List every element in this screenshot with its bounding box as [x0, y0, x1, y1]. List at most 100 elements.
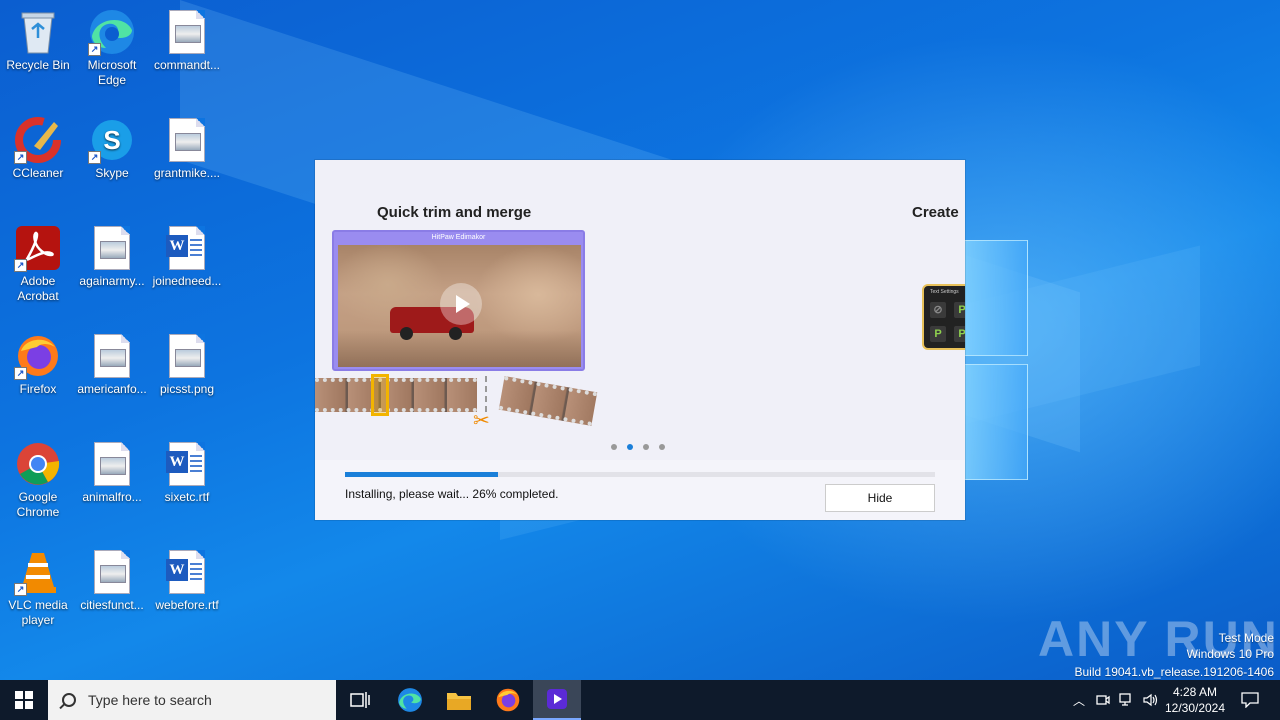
recycle-bin-icon — [14, 8, 62, 56]
camera-icon — [1096, 695, 1110, 705]
image-file-icon — [88, 332, 136, 380]
play-icon — [440, 283, 482, 325]
shortcut-arrow-icon: ↗ — [88, 43, 101, 56]
firefox-icon — [496, 688, 520, 712]
task-view-button[interactable] — [336, 680, 384, 720]
desktop-icon-skype[interactable]: S ↗ Skype — [74, 116, 150, 181]
trim-handle — [371, 374, 389, 416]
icon-label: picsst.png — [159, 382, 215, 396]
icon-label: Firefox — [19, 382, 57, 396]
desktop-icon-joinedneed[interactable]: W joinedneed... — [149, 224, 225, 289]
no-style-icon: ⊘ — [930, 302, 946, 318]
icon-label: joinedneed... — [152, 274, 222, 288]
next-slide-title: Create — [912, 204, 959, 221]
scissors-icon: ✂ — [473, 410, 490, 432]
hitpaw-app-icon — [547, 689, 567, 709]
taskbar-installer-app[interactable] — [533, 680, 581, 720]
desktop-icon-recycle-bin[interactable]: Recycle Bin — [0, 8, 76, 73]
tray-network[interactable] — [1116, 680, 1138, 720]
carousel-dot[interactable] — [643, 444, 649, 450]
action-center-button[interactable] — [1232, 680, 1268, 720]
icon-label: CCleaner — [12, 166, 64, 180]
style-glyph: P — [930, 326, 946, 342]
svg-text:S: S — [103, 125, 120, 155]
slide-title: Quick trim and merge — [377, 204, 532, 221]
desktop-icon-microsoft-edge[interactable]: ↗ Microsoft Edge — [74, 8, 150, 88]
clock-time: 4:28 AM — [1172, 685, 1218, 699]
hide-button[interactable]: Hide — [825, 484, 935, 512]
icon-label: webefore.rtf — [155, 598, 219, 612]
desktop-icon-vlc[interactable]: ↗ VLC media player — [0, 548, 76, 628]
icon-label: citiesfunct... — [80, 598, 144, 612]
volume-icon — [1143, 693, 1158, 707]
install-progress-fill — [345, 472, 499, 477]
desktop-icon-firefox[interactable]: ↗ Firefox — [0, 332, 76, 397]
icon-label: Microsoft Edge — [87, 58, 137, 87]
text-settings-card: Text Settings ⊘ P P P — [922, 284, 965, 350]
chevron-up-icon: ︿ — [1072, 693, 1085, 708]
os-edition-label: Windows 10 Pro — [1186, 647, 1274, 661]
carousel-dot[interactable] — [611, 444, 617, 450]
search-icon — [62, 693, 76, 707]
taskbar: Type here to search ︿ 4:28 AM 12/30/2024 — [0, 680, 1280, 720]
preview-image — [338, 245, 581, 367]
desktop-icon-americanfo[interactable]: americanfo... — [74, 332, 150, 397]
desktop-icon-sixetc[interactable]: W sixetc.rtf — [149, 440, 225, 505]
tray-meet-now[interactable] — [1092, 680, 1114, 720]
search-placeholder: Type here to search — [88, 692, 212, 708]
preview-app-title: HitPaw Edimakor — [431, 234, 486, 241]
desktop-icon-ccleaner[interactable]: ↗ CCleaner — [0, 116, 76, 181]
desktop-icon-adobe-acrobat[interactable]: ↗ Adobe Acrobat — [0, 224, 76, 304]
taskbar-search-box[interactable]: Type here to search — [48, 680, 336, 720]
carousel-dot[interactable] — [627, 444, 633, 450]
icon-label: Skype — [95, 166, 129, 180]
desktop-icon-againarmy[interactable]: againarmy... — [74, 224, 150, 289]
start-button[interactable] — [0, 680, 48, 720]
image-file-icon — [88, 224, 136, 272]
style-glyph: P — [954, 326, 965, 342]
desktop-icon-webefore[interactable]: W webefore.rtf — [149, 548, 225, 613]
notification-icon — [1241, 692, 1259, 708]
shortcut-arrow-icon: ↗ — [14, 151, 27, 164]
word-document-icon: W — [163, 440, 211, 488]
taskbar-file-explorer[interactable] — [435, 680, 483, 720]
show-hidden-icons-button[interactable]: ︿ — [1068, 680, 1090, 720]
tray-clock[interactable]: 4:28 AM 12/30/2024 — [1164, 680, 1226, 720]
image-file-icon — [163, 332, 211, 380]
filmstrip-right — [498, 376, 598, 426]
microsoft-edge-icon — [398, 688, 422, 712]
icon-label: americanfo... — [77, 382, 147, 396]
feature-carousel: Quick trim and merge Create HitPaw Edima… — [315, 160, 965, 460]
desktop-icon-google-chrome[interactable]: Google Chrome — [0, 440, 76, 520]
windows-logo-art — [962, 240, 1028, 480]
skype-icon: S ↗ — [88, 116, 136, 164]
video-preview: HitPaw Edimakor — [332, 230, 585, 371]
cut-line — [485, 376, 487, 412]
image-file-icon — [88, 548, 136, 596]
shortcut-arrow-icon: ↗ — [14, 583, 27, 596]
icon-label: commandt... — [153, 58, 221, 72]
desktop-icon-grantmike[interactable]: grantmike.... — [149, 116, 225, 181]
network-icon — [1119, 693, 1131, 706]
carousel-dot[interactable] — [659, 444, 665, 450]
desktop-icon-animalfro[interactable]: animalfro... — [74, 440, 150, 505]
desktop-icon-picsst[interactable]: picsst.png — [149, 332, 225, 397]
icon-label: againarmy... — [79, 274, 145, 288]
microsoft-edge-icon: ↗ — [88, 8, 136, 56]
word-document-icon: W — [163, 224, 211, 272]
icon-label: grantmike.... — [153, 166, 221, 180]
tray-volume[interactable] — [1140, 680, 1162, 720]
shortcut-arrow-icon: ↗ — [88, 151, 101, 164]
taskbar-edge[interactable] — [386, 680, 434, 720]
desktop-icon-commandt[interactable]: commandt... — [149, 8, 225, 73]
icon-label: Google Chrome — [16, 490, 60, 519]
taskbar-firefox[interactable] — [484, 680, 532, 720]
icon-label: animalfro... — [82, 490, 142, 504]
desktop-icon-citiesfunct[interactable]: citiesfunct... — [74, 548, 150, 613]
task-view-icon — [350, 692, 370, 708]
windows-start-icon — [15, 691, 33, 709]
icon-label: Adobe Acrobat — [17, 274, 59, 303]
install-status-text: Installing, please wait... 26% completed… — [345, 487, 559, 501]
build-label: Build 19041.vb_release.191206-1406 — [1074, 665, 1275, 679]
clock-date: 12/30/2024 — [1164, 701, 1226, 715]
